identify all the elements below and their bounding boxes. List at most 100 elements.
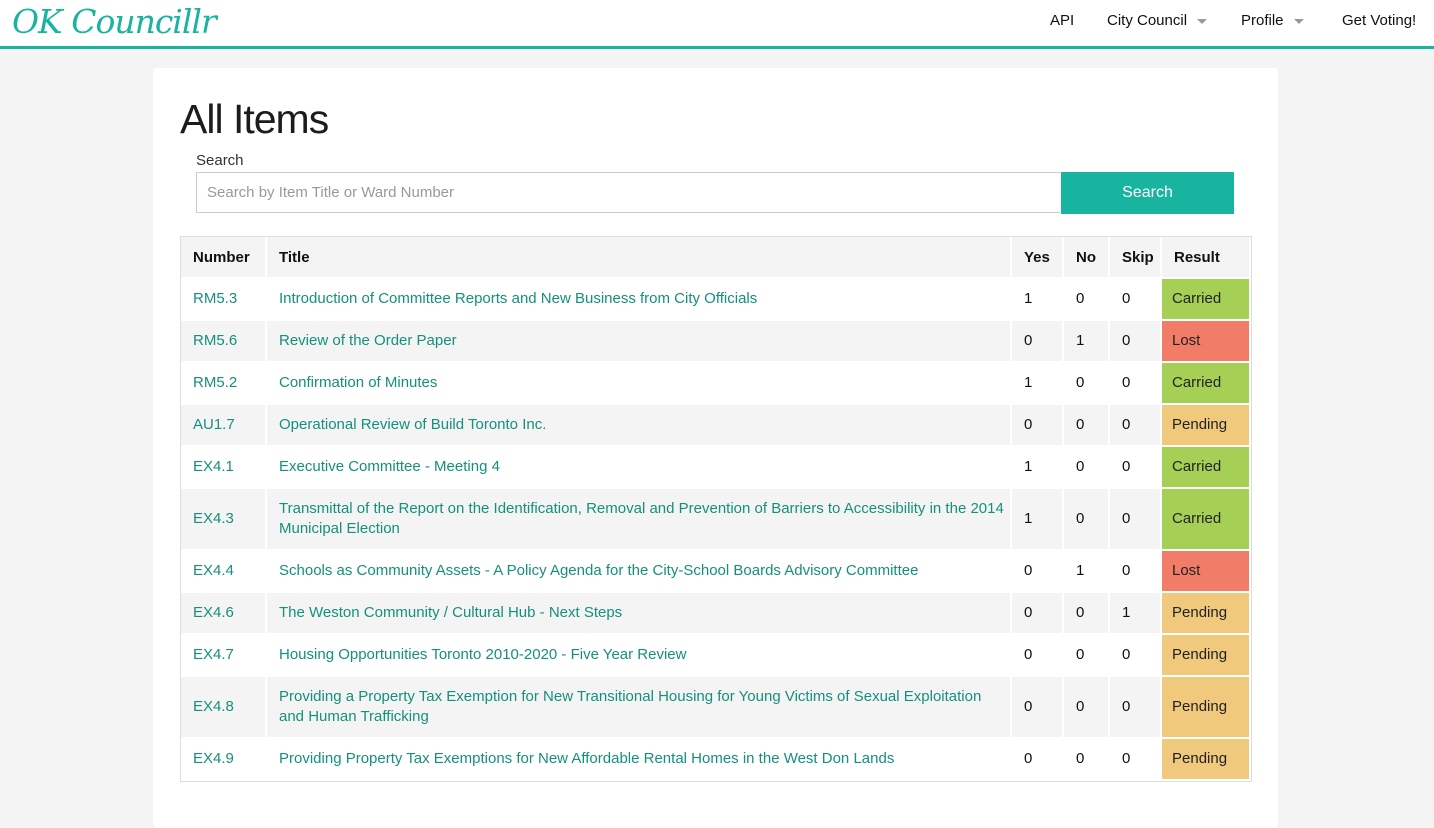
table-row: EX4.1 Executive Committee - Meeting 4 1 … [181, 447, 1251, 489]
no-count: 0 [1064, 677, 1110, 739]
table-row: RM5.3 Introduction of Committee Reports … [181, 279, 1251, 321]
no-count: 0 [1064, 405, 1110, 447]
skip-count: 0 [1110, 739, 1162, 781]
item-number-link[interactable]: RM5.2 [193, 374, 237, 391]
chevron-down-icon [1197, 18, 1208, 24]
nav-profile-label: Profile [1241, 12, 1284, 29]
result-badge: Pending [1162, 739, 1251, 781]
table-row: EX4.3 Transmittal of the Report on the I… [181, 489, 1251, 551]
item-title-link[interactable]: Providing a Property Tax Exemption for N… [279, 688, 981, 725]
item-title-link[interactable]: Schools as Community Assets - A Policy A… [279, 562, 918, 579]
table-row: RM5.6 Review of the Order Paper 0 1 0 Lo… [181, 321, 1251, 363]
column-header-no: No [1064, 237, 1110, 279]
item-title-link[interactable]: The Weston Community / Cultural Hub - Ne… [279, 604, 622, 621]
skip-count: 0 [1110, 635, 1162, 677]
result-badge: Carried [1162, 363, 1251, 405]
skip-count: 0 [1110, 363, 1162, 405]
yes-count: 0 [1012, 677, 1064, 739]
no-count: 0 [1064, 489, 1110, 551]
no-count: 0 [1064, 593, 1110, 635]
item-number-link[interactable]: EX4.9 [193, 750, 234, 767]
table-row: AU1.7 Operational Review of Build Toront… [181, 405, 1251, 447]
skip-count: 1 [1110, 593, 1162, 635]
result-badge: Pending [1162, 635, 1251, 677]
items-table: Number Title Yes No Skip Result RM5.3 In… [180, 236, 1252, 782]
item-number-link[interactable]: RM5.6 [193, 332, 237, 349]
no-count: 0 [1064, 635, 1110, 677]
no-count: 0 [1064, 363, 1110, 405]
table-row: EX4.7 Housing Opportunities Toronto 2010… [181, 635, 1251, 677]
nav-city-council-label: City Council [1107, 12, 1188, 29]
yes-count: 0 [1012, 551, 1064, 593]
page-title: All Items [180, 96, 329, 142]
skip-count: 0 [1110, 321, 1162, 363]
item-title-link[interactable]: Confirmation of Minutes [279, 374, 437, 391]
chevron-down-icon [1293, 18, 1304, 24]
no-count: 0 [1064, 739, 1110, 781]
item-number-link[interactable]: EX4.8 [193, 698, 234, 715]
skip-count: 0 [1110, 677, 1162, 739]
result-badge: Carried [1162, 489, 1251, 551]
yes-count: 0 [1012, 321, 1064, 363]
table-row: EX4.6 The Weston Community / Cultural Hu… [181, 593, 1251, 635]
table-row: RM5.2 Confirmation of Minutes 1 0 0 Carr… [181, 363, 1251, 405]
result-badge: Lost [1162, 321, 1251, 363]
skip-count: 0 [1110, 551, 1162, 593]
result-badge: Carried [1162, 279, 1251, 321]
item-title-link[interactable]: Transmittal of the Report on the Identif… [279, 500, 1004, 537]
result-badge: Pending [1162, 593, 1251, 635]
nav-get-voting[interactable]: Get Voting! [1342, 12, 1416, 29]
item-title-link[interactable]: Operational Review of Build Toronto Inc. [279, 416, 546, 433]
no-count: 0 [1064, 447, 1110, 489]
item-title-link[interactable]: Introduction of Committee Reports and Ne… [279, 290, 757, 307]
column-header-yes: Yes [1012, 237, 1064, 279]
yes-count: 1 [1012, 279, 1064, 321]
table-header-row: Number Title Yes No Skip Result [181, 237, 1251, 279]
nav-profile-dropdown[interactable]: Profile [1241, 12, 1304, 29]
table-row: EX4.8 Providing a Property Tax Exemption… [181, 677, 1251, 739]
yes-count: 1 [1012, 489, 1064, 551]
item-number-link[interactable]: EX4.3 [193, 510, 234, 527]
search-label: Search [196, 152, 244, 169]
nav-api[interactable]: API [1050, 12, 1074, 29]
result-badge: Pending [1162, 677, 1251, 739]
nav-city-council-dropdown[interactable]: City Council [1107, 12, 1208, 29]
item-number-link[interactable]: EX4.4 [193, 562, 234, 579]
column-header-title: Title [267, 237, 1012, 279]
item-title-link[interactable]: Housing Opportunities Toronto 2010-2020 … [279, 646, 686, 663]
search-button[interactable]: Search [1061, 172, 1234, 214]
yes-count: 0 [1012, 405, 1064, 447]
content-panel: All Items Search Search Number Title Yes… [153, 68, 1278, 828]
skip-count: 0 [1110, 405, 1162, 447]
table-row: EX4.4 Schools as Community Assets - A Po… [181, 551, 1251, 593]
item-number-link[interactable]: EX4.6 [193, 604, 234, 621]
result-badge: Carried [1162, 447, 1251, 489]
item-number-link[interactable]: AU1.7 [193, 416, 235, 433]
item-title-link[interactable]: Providing Property Tax Exemptions for Ne… [279, 750, 894, 767]
result-badge: Pending [1162, 405, 1251, 447]
no-count: 1 [1064, 551, 1110, 593]
column-header-result: Result [1162, 237, 1251, 279]
result-badge: Lost [1162, 551, 1251, 593]
yes-count: 0 [1012, 635, 1064, 677]
item-number-link[interactable]: EX4.1 [193, 458, 234, 475]
item-title-link[interactable]: Executive Committee - Meeting 4 [279, 458, 500, 475]
table-row: EX4.9 Providing Property Tax Exemptions … [181, 739, 1251, 781]
no-count: 1 [1064, 321, 1110, 363]
column-header-skip: Skip [1110, 237, 1162, 279]
skip-count: 0 [1110, 489, 1162, 551]
search-input[interactable] [196, 172, 1060, 213]
item-number-link[interactable]: EX4.7 [193, 646, 234, 663]
skip-count: 0 [1110, 447, 1162, 489]
no-count: 0 [1064, 279, 1110, 321]
item-title-link[interactable]: Review of the Order Paper [279, 332, 457, 349]
item-number-link[interactable]: RM5.3 [193, 290, 237, 307]
yes-count: 0 [1012, 739, 1064, 781]
skip-count: 0 [1110, 279, 1162, 321]
column-header-number: Number [181, 237, 267, 279]
yes-count: 1 [1012, 447, 1064, 489]
yes-count: 0 [1012, 593, 1064, 635]
site-logo[interactable]: OK Councillr [12, 2, 217, 41]
navbar: OK Councillr API City Council Profile Ge… [0, 0, 1434, 49]
yes-count: 1 [1012, 363, 1064, 405]
